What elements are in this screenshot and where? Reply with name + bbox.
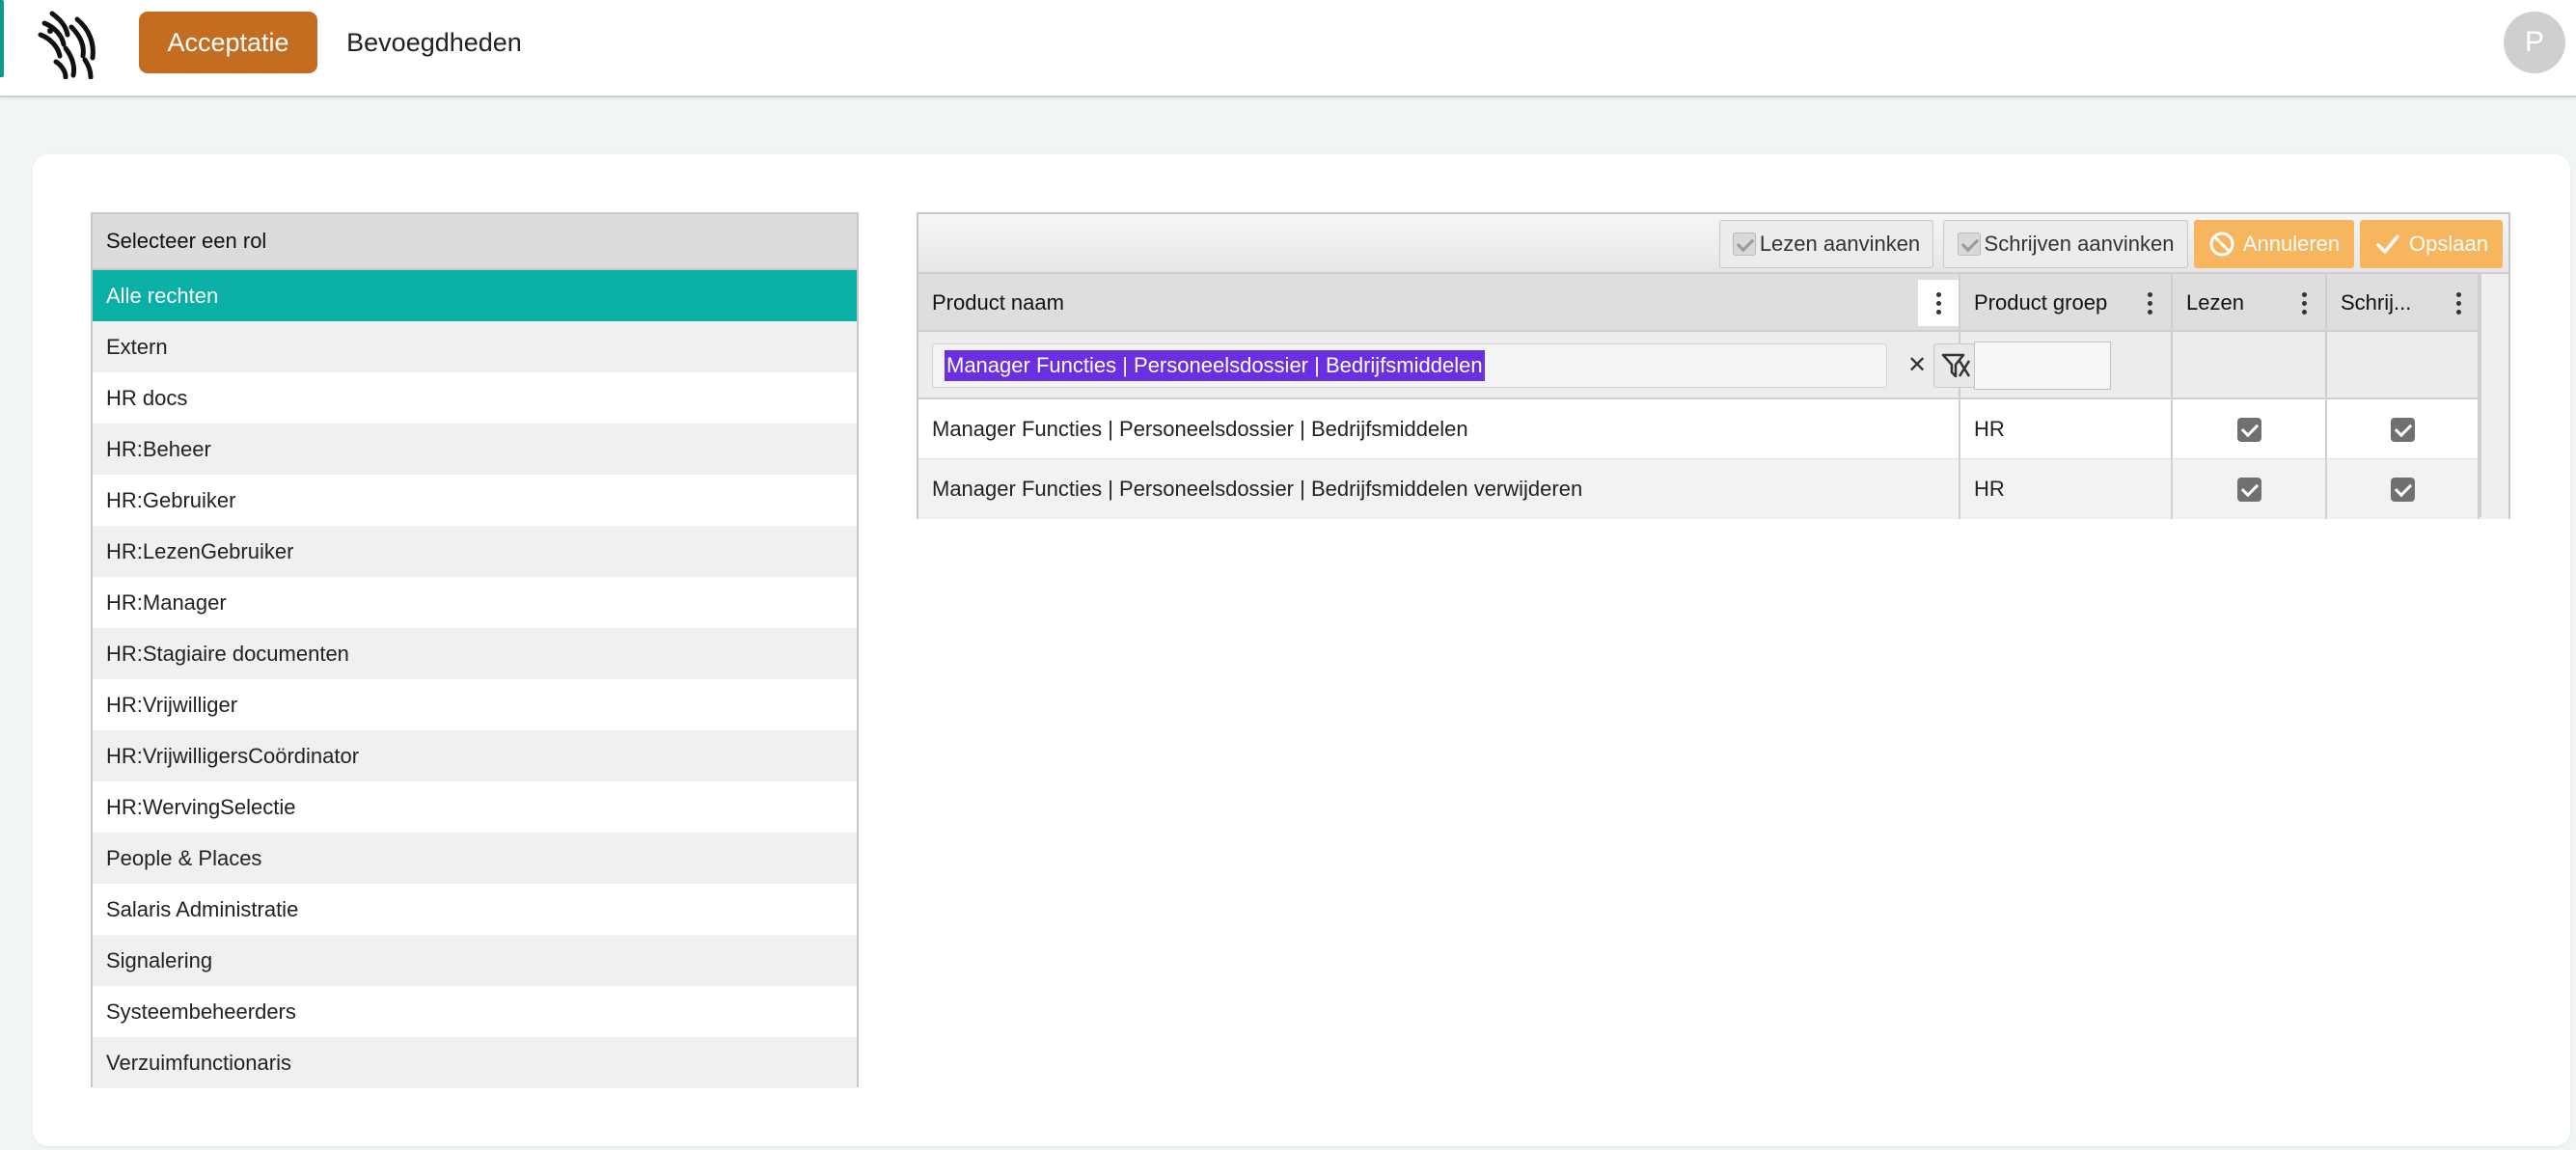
grid-column-headers: Product naam Product groep Lezen Schrij.… <box>918 274 2508 332</box>
product-naam-cell: Manager Functies | Personeelsdossier | B… <box>918 399 1960 459</box>
top-navigation-bar: Acceptatie Bevoegdheden P <box>0 0 2576 97</box>
tab-acceptatie[interactable]: Acceptatie <box>139 12 317 73</box>
product-naam-cell: Manager Functies | Personeelsdossier | B… <box>918 459 1960 519</box>
role-list-item[interactable]: Verzuimfunctionaris <box>93 1037 857 1088</box>
grid-scrollbar-gutter <box>2480 274 2508 517</box>
schrijven-cell <box>2327 459 2480 519</box>
column-menu-icon[interactable] <box>2287 286 2321 320</box>
role-list-panel: Selecteer een rol Alle rechten Extern HR d… <box>91 212 859 1088</box>
zebra-logo-icon[interactable] <box>33 6 104 79</box>
schrijven-cell <box>2327 399 2480 459</box>
role-list-item[interactable]: Systeembeheerders <box>93 986 857 1037</box>
cancel-label: Annuleren <box>2242 232 2341 256</box>
column-header-product-naam[interactable]: Product naam <box>918 274 1960 332</box>
grid-filter-row: Manager Functies | Personeelsdossier | B… <box>918 332 2508 399</box>
lezen-cell <box>2173 459 2327 519</box>
checkbox-icon <box>1957 233 1981 256</box>
role-list-item[interactable]: HR:Manager <box>93 577 857 628</box>
clear-filter-icon[interactable]: ✕ <box>1907 351 1927 379</box>
grid-toolbar: Lezen aanvinken Schrijven aanvinken Annu… <box>918 214 2508 274</box>
role-list-item[interactable]: HR:Vrijwilliger <box>93 679 857 730</box>
schrijven-filter-cell <box>2327 332 2480 399</box>
role-list-item[interactable]: HR:LezenGebruiker <box>93 526 857 577</box>
checkbox-icon <box>1732 233 1756 256</box>
column-label: Product naam <box>932 290 1064 315</box>
role-list: Alle rechten Extern HR docs HR:Beheer HR:Geb… <box>93 270 857 1088</box>
product-groep-filter-cell <box>1960 332 2173 399</box>
nav-accent-edge <box>0 0 4 77</box>
role-list-item[interactable]: HR:VrijwilligersCoördinator <box>93 730 857 781</box>
column-label: Lezen <box>2186 290 2244 315</box>
filter-input-value: Manager Functies | Personeelsdossier | B… <box>945 350 1485 381</box>
column-label: Product groep <box>1974 290 2108 315</box>
save-button[interactable]: Opslaan <box>2360 220 2503 268</box>
permissions-grid: Lezen aanvinken Schrijven aanvinken Annu… <box>917 212 2510 519</box>
role-list-item[interactable]: Extern <box>93 321 857 372</box>
product-naam-filter-cell: Manager Functies | Personeelsdossier | B… <box>918 332 1978 399</box>
role-list-item[interactable]: HR:Stagiaire documenten <box>93 628 857 679</box>
checkmark-icon <box>2376 234 2399 254</box>
product-naam-filter-input[interactable]: Manager Functies | Personeelsdossier | B… <box>932 343 1887 388</box>
lezen-aanvinken-label: Lezen aanvinken <box>1759 232 1921 256</box>
column-menu-icon[interactable] <box>2441 286 2476 320</box>
table-row[interactable]: Manager Functies | Personeelsdossier | B… <box>918 459 2508 519</box>
lezen-checkbox[interactable] <box>2236 417 2261 442</box>
product-groep-filter-input[interactable] <box>1974 342 2111 390</box>
column-label: Schrij... <box>2341 290 2412 315</box>
lezen-cell <box>2173 399 2327 459</box>
lezen-filter-cell <box>2173 332 2327 399</box>
schrijven-checkbox[interactable] <box>2390 477 2415 502</box>
role-list-item[interactable]: HR:Beheer <box>93 424 857 475</box>
column-menu-icon[interactable] <box>2132 286 2167 320</box>
cancel-icon <box>2209 232 2234 257</box>
save-label: Opslaan <box>2409 232 2488 256</box>
role-list-item[interactable]: HR docs <box>93 372 857 424</box>
column-menu-icon[interactable] <box>1918 280 1959 326</box>
schrijven-checkbox[interactable] <box>2390 417 2415 442</box>
schrijven-aanvinken-label: Schrijven aanvinken <box>1984 232 2175 256</box>
lezen-aanvinken-button[interactable]: Lezen aanvinken <box>1719 220 1933 268</box>
role-list-item[interactable]: HR:Gebruiker <box>93 475 857 526</box>
cancel-button[interactable]: Annuleren <box>2194 220 2354 268</box>
column-header-product-groep[interactable]: Product groep <box>1960 274 2173 332</box>
role-list-item[interactable]: Signalering <box>93 935 857 986</box>
product-groep-cell: HR <box>1960 399 2173 459</box>
column-header-lezen[interactable]: Lezen <box>2173 274 2327 332</box>
product-groep-cell: HR <box>1960 459 2173 519</box>
lezen-checkbox[interactable] <box>2236 477 2261 502</box>
schrijven-aanvinken-button[interactable]: Schrijven aanvinken <box>1943 220 2188 268</box>
user-avatar[interactable]: P <box>2504 12 2565 73</box>
column-header-schrijven[interactable]: Schrij... <box>2327 274 2480 332</box>
role-list-item[interactable]: People & Places <box>93 833 857 884</box>
role-list-item[interactable]: Alle rechten <box>93 270 857 321</box>
role-list-header: Selecteer een rol <box>93 214 857 270</box>
role-list-item[interactable]: Salaris Administratie <box>93 884 857 935</box>
table-row[interactable]: Manager Functies | Personeelsdossier | B… <box>918 399 2508 459</box>
tab-bevoegdheden[interactable]: Bevoegdheden <box>328 12 540 73</box>
role-list-item[interactable]: HR:WervingSelectie <box>93 781 857 833</box>
